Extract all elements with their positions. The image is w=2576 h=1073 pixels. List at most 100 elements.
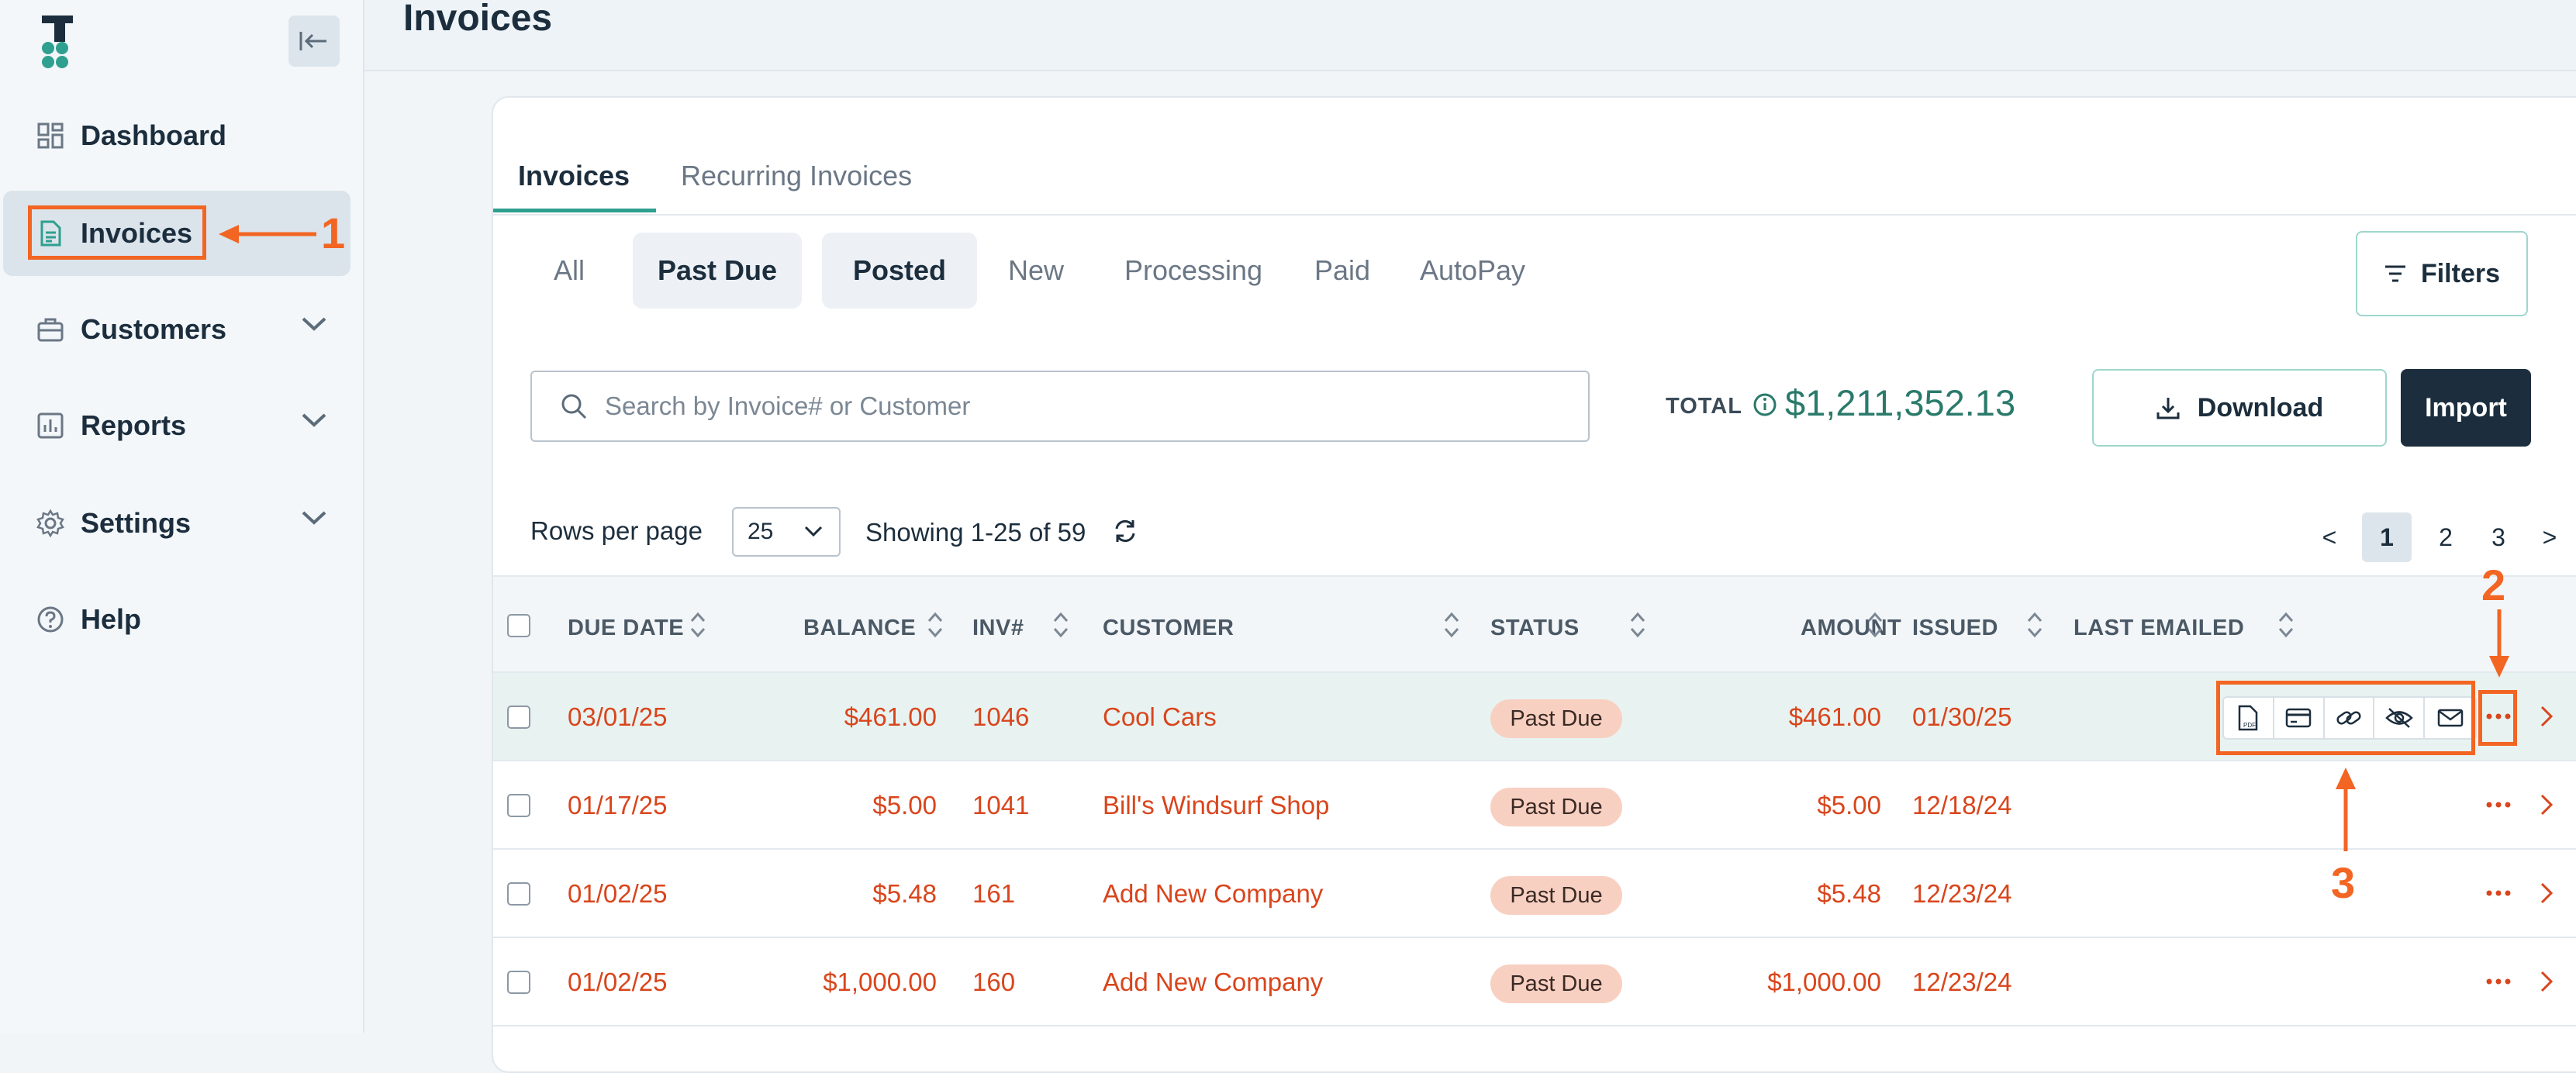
sidebar-item-help[interactable]: Help xyxy=(3,577,350,662)
filter-posted[interactable]: Posted xyxy=(822,233,977,309)
showing-count: Showing 1-25 of 59 xyxy=(865,518,1086,547)
search-icon xyxy=(561,394,587,419)
status-badge: Past Due xyxy=(1490,699,1622,738)
more-options-icon[interactable] xyxy=(2484,878,2512,909)
sort-icon[interactable] xyxy=(1051,609,1070,640)
column-header-last-emailed[interactable]: LAST EMAILED xyxy=(2074,616,2244,641)
column-header-status[interactable]: STATUS xyxy=(1490,616,1580,641)
dashboard-icon xyxy=(34,119,67,152)
cell-amount: $5.48 xyxy=(1817,879,1881,908)
sort-icon[interactable] xyxy=(689,609,707,640)
row-checkbox[interactable] xyxy=(507,706,530,729)
filters-button[interactable]: Filters xyxy=(2356,231,2528,316)
page-1-button[interactable]: 1 xyxy=(2362,512,2412,562)
select-all-checkbox[interactable] xyxy=(507,614,530,637)
cell-balance: $5.00 xyxy=(872,791,937,819)
cell-balance: $461.00 xyxy=(844,702,937,731)
sidebar-item-settings[interactable]: Settings xyxy=(3,481,350,566)
column-header-balance[interactable]: BALANCE xyxy=(803,616,916,641)
cell-issued: 12/23/24 xyxy=(1912,968,2012,996)
sort-icon[interactable] xyxy=(1442,609,1461,640)
sidebar: Dashboard Invoices Customers Reports Set… xyxy=(0,0,364,1033)
table-row[interactable]: 01/02/25 $5.48 161 Add New Company Past … xyxy=(493,850,2576,938)
sort-icon[interactable] xyxy=(2025,609,2044,640)
collapse-sidebar-button[interactable] xyxy=(288,16,340,67)
collapse-left-icon xyxy=(299,32,326,50)
annotation-arrow-down-icon xyxy=(2489,609,2509,678)
cell-customer[interactable]: Add New Company xyxy=(1103,968,1323,997)
chevron-down-icon xyxy=(302,317,326,331)
table-header: DUE DATE BALANCE INV# CUSTOMER STATUS AM… xyxy=(493,575,2576,673)
search-input[interactable] xyxy=(603,391,1537,422)
sort-icon[interactable] xyxy=(1628,609,1647,640)
cell-customer[interactable]: Bill's Windsurf Shop xyxy=(1103,791,1329,820)
column-header-amount[interactable]: AMOUNT xyxy=(1801,616,1901,641)
table-row[interactable]: 01/17/25 $5.00 1041 Bill's Windsurf Shop… xyxy=(493,761,2576,850)
cell-issued: 01/30/25 xyxy=(1912,702,2012,731)
next-page-button[interactable]: > xyxy=(2534,512,2565,562)
info-icon[interactable] xyxy=(1752,392,1777,417)
page-3-button[interactable]: 3 xyxy=(2481,512,2516,562)
page-title: Invoices xyxy=(403,0,553,39)
sidebar-item-label: Settings xyxy=(81,507,192,539)
cell-inv-number: 161 xyxy=(972,879,1016,908)
total-label: TOTAL xyxy=(1666,394,1742,419)
column-header-inv-number[interactable]: INV# xyxy=(972,616,1024,641)
annotation-arrow-up-icon xyxy=(2336,768,2356,851)
download-button-label: Download xyxy=(2197,392,2324,423)
annotation-highlight-quick-actions xyxy=(2216,681,2475,755)
chevron-right-icon[interactable] xyxy=(2537,966,2556,997)
row-checkbox[interactable] xyxy=(507,882,530,906)
gear-icon xyxy=(34,507,67,540)
sort-icon[interactable] xyxy=(926,609,944,640)
filter-past-due[interactable]: Past Due xyxy=(633,233,802,309)
annotation-arrow-left-icon xyxy=(219,225,316,243)
more-options-icon[interactable] xyxy=(2484,789,2512,820)
filter-autopay[interactable]: AutoPay xyxy=(1407,233,1538,309)
cell-inv-number: 1046 xyxy=(972,702,1030,731)
chevron-right-icon[interactable] xyxy=(2537,701,2556,732)
more-options-icon[interactable] xyxy=(2484,966,2512,997)
sidebar-item-dashboard[interactable]: Dashboard xyxy=(3,93,350,178)
filters-button-label: Filters xyxy=(2420,258,2501,288)
refresh-icon[interactable] xyxy=(1112,518,1138,544)
cell-due-date: 03/01/25 xyxy=(568,702,668,731)
import-button[interactable]: Import xyxy=(2401,369,2531,447)
filter-new[interactable]: New xyxy=(989,233,1083,309)
tab-recurring-invoices[interactable]: Recurring Invoices xyxy=(681,160,912,192)
table-row[interactable]: 01/02/25 $1,000.00 160 Add New Company P… xyxy=(493,938,2576,1026)
rows-per-page-value: 25 xyxy=(748,519,774,544)
column-header-due-date[interactable]: DUE DATE xyxy=(568,616,684,641)
tab-invoices[interactable]: Invoices xyxy=(518,160,630,192)
filter-all[interactable]: All xyxy=(532,233,606,309)
column-header-customer[interactable]: CUSTOMER xyxy=(1103,616,1234,641)
filter-paid[interactable]: Paid xyxy=(1300,233,1385,309)
prev-page-button[interactable]: < xyxy=(2314,512,2345,562)
rows-per-page-select[interactable]: 25 xyxy=(732,507,841,557)
status-badge: Past Due xyxy=(1490,788,1622,826)
briefcase-icon xyxy=(34,313,67,346)
annotation-highlight-more-options xyxy=(2478,690,2517,746)
cell-issued: 12/23/24 xyxy=(1912,879,2012,908)
sort-icon[interactable] xyxy=(1866,609,1884,640)
filter-processing[interactable]: Processing xyxy=(1112,233,1275,309)
page-2-button[interactable]: 2 xyxy=(2429,512,2463,562)
sort-icon[interactable] xyxy=(2277,609,2295,640)
cell-customer[interactable]: Cool Cars xyxy=(1103,702,1217,732)
cell-customer[interactable]: Add New Company xyxy=(1103,879,1323,909)
annotation-highlight-invoices xyxy=(28,205,206,260)
chevron-down-icon xyxy=(804,526,823,537)
chevron-right-icon[interactable] xyxy=(2537,789,2556,820)
sidebar-item-customers[interactable]: Customers xyxy=(3,287,350,372)
row-checkbox[interactable] xyxy=(507,794,530,817)
chevron-down-icon xyxy=(302,413,326,427)
sidebar-item-label: Reports xyxy=(81,409,187,441)
cell-due-date: 01/02/25 xyxy=(568,879,668,908)
chevron-right-icon[interactable] xyxy=(2537,878,2556,909)
download-button[interactable]: Download xyxy=(2092,369,2387,447)
search-field[interactable] xyxy=(530,371,1590,442)
row-checkbox[interactable] xyxy=(507,971,530,994)
column-header-issued[interactable]: ISSUED xyxy=(1912,616,1998,641)
sidebar-item-reports[interactable]: Reports xyxy=(3,383,350,468)
annotation-number-3: 3 xyxy=(2331,858,2356,907)
